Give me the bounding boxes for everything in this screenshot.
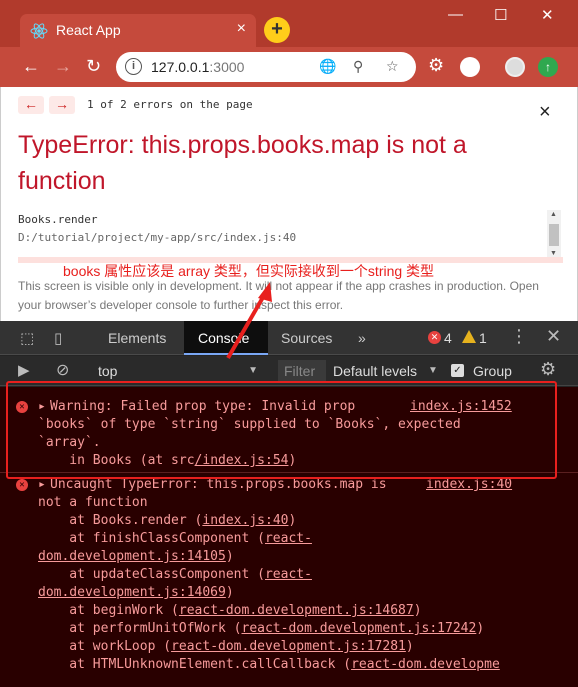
stack-function: Books.render bbox=[18, 213, 98, 226]
device-toolbar-icon[interactable]: ▯ bbox=[54, 329, 62, 347]
stack-frame-line: dom.development.js:14069) bbox=[38, 585, 234, 600]
group-checkbox[interactable]: ✓ bbox=[451, 364, 464, 377]
error-count[interactable]: 4 bbox=[444, 330, 452, 346]
dev-only-note: This screen is visible only in developme… bbox=[18, 279, 539, 312]
error-counter: 1 of 2 errors on the page bbox=[87, 98, 253, 111]
minimize-button[interactable]: — bbox=[448, 6, 463, 23]
translate-icon[interactable]: 🌐 bbox=[319, 58, 336, 75]
url-text[interactable]: 127.0.0.1:3000 bbox=[151, 59, 244, 75]
chevron-down-icon: ▼ bbox=[248, 365, 258, 376]
site-info-icon[interactable]: i bbox=[125, 58, 142, 75]
console-settings-gear-icon[interactable]: ⚙ bbox=[540, 359, 556, 380]
stack-frame-line: at finishClassComponent (react- bbox=[38, 531, 312, 546]
profile-avatar[interactable] bbox=[505, 57, 525, 77]
back-arrow-icon[interactable]: ← bbox=[22, 56, 40, 77]
error-circle-icon: ✕ bbox=[16, 479, 28, 491]
filter-input[interactable]: Filter bbox=[278, 360, 326, 382]
stack-frame-link[interactable]: dom.development.js:14105 bbox=[38, 549, 226, 564]
stack-file-path[interactable]: D:/tutorial/project/my-app/src/index.js:… bbox=[18, 229, 563, 247]
maximize-button[interactable]: ☐ bbox=[494, 6, 507, 24]
tab-sources[interactable]: Sources bbox=[281, 330, 332, 346]
new-tab-button[interactable]: + bbox=[264, 17, 290, 43]
overlay-close-icon[interactable]: × bbox=[539, 101, 551, 124]
scroll-thumb[interactable] bbox=[549, 224, 559, 246]
react-logo-icon bbox=[30, 23, 48, 39]
stack-frame-line: dom.development.js:14105) bbox=[38, 549, 234, 564]
warning-highlight-box bbox=[6, 381, 557, 479]
stack-frame[interactable]: Books.render D:/tutorial/project/my-app/… bbox=[18, 211, 563, 257]
inspect-element-icon[interactable]: ⬚ bbox=[20, 329, 34, 347]
devtools-close-icon[interactable]: ✕ bbox=[546, 326, 561, 347]
tab-console[interactable]: Console bbox=[184, 321, 268, 355]
stack-frame-line: at Books.render (index.js:40) bbox=[38, 513, 297, 528]
stack-frame-link[interactable]: react-dom.developme bbox=[351, 657, 500, 672]
stack-frame-line: at HTMLUnknownElement.callCallback (reac… bbox=[38, 657, 500, 672]
forward-arrow-icon[interactable]: → bbox=[54, 56, 72, 77]
stack-frame-link[interactable]: react-dom.development.js:17242 bbox=[242, 621, 477, 636]
clear-console-icon[interactable]: ⊘ bbox=[56, 360, 69, 380]
error-overlay: ← → 1 of 2 errors on the page × TypeErro… bbox=[0, 87, 578, 321]
context-select[interactable]: top ▼ bbox=[92, 360, 264, 382]
settings-gear-icon[interactable]: ⚙ bbox=[428, 55, 444, 76]
stack-frame-line: at performUnitOfWork (react-dom.developm… bbox=[38, 621, 485, 636]
kebab-menu-icon[interactable]: ⋮ bbox=[510, 326, 528, 347]
devtools-tabbar: ⬚ ▯ Elements Console Sources » ✕ 4 1 ⋮ ✕ bbox=[0, 321, 578, 355]
error-title: TypeError: this.props.books.map is not a… bbox=[18, 131, 467, 195]
stack-frame-link[interactable]: react- bbox=[265, 531, 312, 546]
stack-frame-link[interactable]: index.js:40 bbox=[202, 513, 288, 528]
warning-count[interactable]: 1 bbox=[479, 330, 487, 346]
browser-tab[interactable]: React App × bbox=[20, 14, 256, 47]
zoom-icon[interactable]: ⚲ bbox=[353, 58, 363, 75]
error-count-icon[interactable]: ✕ bbox=[428, 331, 441, 344]
log-levels-select[interactable]: Default levels bbox=[333, 363, 417, 379]
bookmark-star-icon[interactable]: ☆ bbox=[386, 58, 399, 75]
browser-toolbar: ← → ↻ i 127.0.0.1:3000 🌐 ⚲ ☆ ⚙ ↑ bbox=[0, 47, 578, 87]
warning-count-icon[interactable] bbox=[462, 330, 476, 343]
stack-scrollbar[interactable]: ▲ ▼ bbox=[547, 210, 561, 260]
stack-frame-line: at updateClassComponent (react- bbox=[38, 567, 312, 582]
stack-frame-link[interactable]: dom.development.js:14069 bbox=[38, 585, 226, 600]
tab-elements[interactable]: Elements bbox=[108, 330, 166, 346]
scroll-up-icon[interactable]: ▲ bbox=[550, 211, 557, 218]
address-bar[interactable]: i 127.0.0.1:3000 🌐 ⚲ ☆ bbox=[116, 52, 416, 82]
tab-close-icon[interactable]: × bbox=[237, 20, 246, 38]
update-arrow-icon[interactable]: ↑ bbox=[538, 57, 558, 77]
reload-icon[interactable]: ↻ bbox=[86, 56, 101, 77]
stack-frame-link[interactable]: react-dom.development.js:17281 bbox=[171, 639, 406, 654]
group-label: Group bbox=[473, 363, 512, 379]
previous-error-button[interactable]: ← bbox=[18, 96, 44, 114]
stack-frame-link[interactable]: react-dom.development.js:14687 bbox=[179, 603, 414, 618]
scroll-down-icon[interactable]: ▼ bbox=[550, 250, 557, 257]
window-close-button[interactable]: ✕ bbox=[541, 6, 554, 24]
tab-title: React App bbox=[56, 22, 121, 38]
browser-titlebar: React App × + — ☐ ✕ bbox=[0, 0, 578, 47]
more-tabs-icon[interactable]: » bbox=[358, 330, 366, 346]
stack-frame-link[interactable]: react- bbox=[265, 567, 312, 582]
console-output: ✕ ▸ Warning: Failed prop type: Invalid p… bbox=[0, 381, 578, 687]
next-error-button[interactable]: → bbox=[49, 96, 75, 114]
devtools-panel: ⬚ ▯ Elements Console Sources » ✕ 4 1 ⋮ ✕… bbox=[0, 321, 578, 687]
levels-chevron-down-icon[interactable]: ▼ bbox=[428, 365, 438, 376]
extension-icon[interactable] bbox=[460, 57, 480, 77]
stack-frame-line: at workLoop (react-dom.development.js:17… bbox=[38, 639, 414, 654]
stack-frame-line: at beginWork (react-dom.development.js:1… bbox=[38, 603, 422, 618]
sidebar-toggle-icon[interactable]: ▶ bbox=[18, 361, 30, 379]
